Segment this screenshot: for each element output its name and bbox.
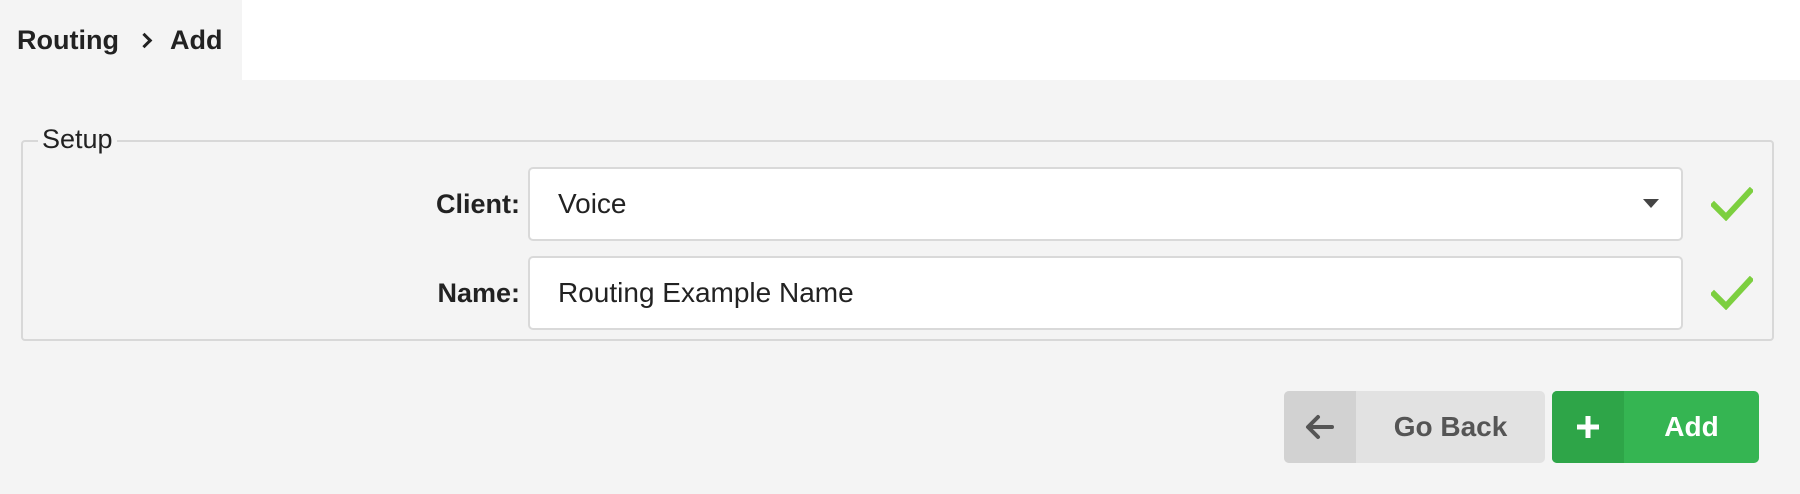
breadcrumb-item-routing[interactable]: Routing [17, 25, 119, 56]
client-select-value: Voice [558, 188, 627, 219]
go-back-label: Go Back [1393, 411, 1508, 442]
plus-icon [1552, 391, 1624, 463]
checkmark-icon [1711, 187, 1753, 221]
chevron-right-icon [136, 32, 153, 48]
name-label: Name: [437, 277, 520, 308]
caret-down-icon [1643, 199, 1659, 208]
breadcrumb-item-add: Add [169, 24, 223, 55]
client-row: Client: Voice [23, 167, 1772, 241]
add-button[interactable]: Add [1552, 391, 1759, 463]
arrow-left-icon [1284, 391, 1356, 463]
top-bar: Routing Add [0, 0, 1800, 80]
setup-fieldset: Setup Client: Voice Name: [21, 122, 1774, 341]
name-row: Name: [23, 256, 1772, 330]
setup-legend: Setup [38, 122, 117, 156]
add-label: Add [1664, 411, 1719, 442]
breadcrumb: Routing Add [0, 0, 243, 80]
go-back-button[interactable]: Go Back [1284, 391, 1545, 463]
checkmark-icon [1711, 276, 1753, 310]
client-select[interactable]: Voice [528, 167, 1683, 241]
client-label: Client: [436, 188, 520, 219]
name-input[interactable] [528, 256, 1683, 330]
